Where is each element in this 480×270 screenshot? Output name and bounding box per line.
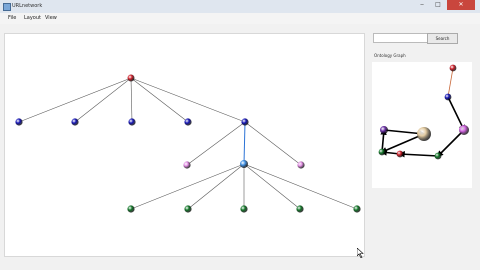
graph-edge xyxy=(130,77,189,123)
search-button[interactable]: Search xyxy=(427,33,458,44)
graph-edge xyxy=(186,121,246,166)
graph-edge xyxy=(130,163,245,210)
ontology-edge xyxy=(436,129,465,158)
graph-node-g4[interactable] xyxy=(296,205,304,213)
ontology-node-top[interactable] xyxy=(449,64,457,72)
graph-node-g2[interactable] xyxy=(184,205,192,213)
ontology-node-pur[interactable] xyxy=(380,126,388,134)
graph-edge xyxy=(187,163,245,210)
menu-view[interactable]: View xyxy=(45,15,57,21)
graph-node-b5[interactable] xyxy=(241,118,249,126)
ontology-edge xyxy=(398,151,439,158)
graph-edge xyxy=(243,163,358,210)
ontology-node-mag[interactable] xyxy=(459,125,469,135)
ontology-node-gr1[interactable] xyxy=(378,148,386,156)
search-input[interactable] xyxy=(373,33,429,43)
ontology-node-mid[interactable] xyxy=(444,93,452,101)
graph-edge xyxy=(243,163,301,210)
app-icon xyxy=(3,3,11,11)
ontology-node-tan[interactable] xyxy=(417,127,431,141)
close-button[interactable]: ✕ xyxy=(447,0,475,10)
graph-node-root[interactable] xyxy=(127,74,135,82)
ontology-graph-view[interactable] xyxy=(372,62,472,188)
maximize-button[interactable]: □ xyxy=(431,0,445,10)
graph-node-b3[interactable] xyxy=(128,118,136,126)
graph-edge xyxy=(130,77,133,123)
ontology-graph-panel[interactable] xyxy=(372,62,472,188)
ontology-node-gr2[interactable] xyxy=(434,152,442,160)
graph-node-p2[interactable] xyxy=(297,161,305,169)
graph-edge xyxy=(74,77,132,123)
menu-file[interactable]: File xyxy=(8,15,16,21)
mouse-cursor-icon xyxy=(357,248,364,258)
ontology-edge xyxy=(447,67,454,98)
ontology-edge xyxy=(447,96,465,132)
graph-canvas[interactable] xyxy=(4,33,365,258)
ontology-node-red[interactable] xyxy=(396,150,404,158)
graph-edge xyxy=(244,121,302,166)
right-panel: Search Ontology Graph xyxy=(367,29,475,259)
graph-view[interactable] xyxy=(5,34,364,256)
graph-node-lb[interactable] xyxy=(240,160,248,168)
graph-edge xyxy=(130,77,246,123)
menu-layout[interactable]: Layout xyxy=(24,15,41,21)
ontology-graph-label: Ontology Graph xyxy=(374,53,406,58)
graph-node-b2[interactable] xyxy=(71,118,79,126)
graph-node-g5[interactable] xyxy=(353,205,361,213)
app-window: URLnetwork ‒ □ ✕ File Layout View Search… xyxy=(0,0,480,270)
minimize-button[interactable]: ‒ xyxy=(415,0,429,10)
graph-node-b4[interactable] xyxy=(184,118,192,126)
graph-node-g1[interactable] xyxy=(127,205,135,213)
graph-node-p1[interactable] xyxy=(183,161,191,169)
graph-node-b1[interactable] xyxy=(15,118,23,126)
window-title: URLnetwork xyxy=(12,3,43,9)
graph-edge xyxy=(243,121,246,165)
graph-node-g3[interactable] xyxy=(240,205,248,213)
title-bar: URLnetwork ‒ □ ✕ xyxy=(0,0,480,14)
graph-edge xyxy=(18,77,132,123)
menu-bar: File Layout View xyxy=(0,13,480,24)
